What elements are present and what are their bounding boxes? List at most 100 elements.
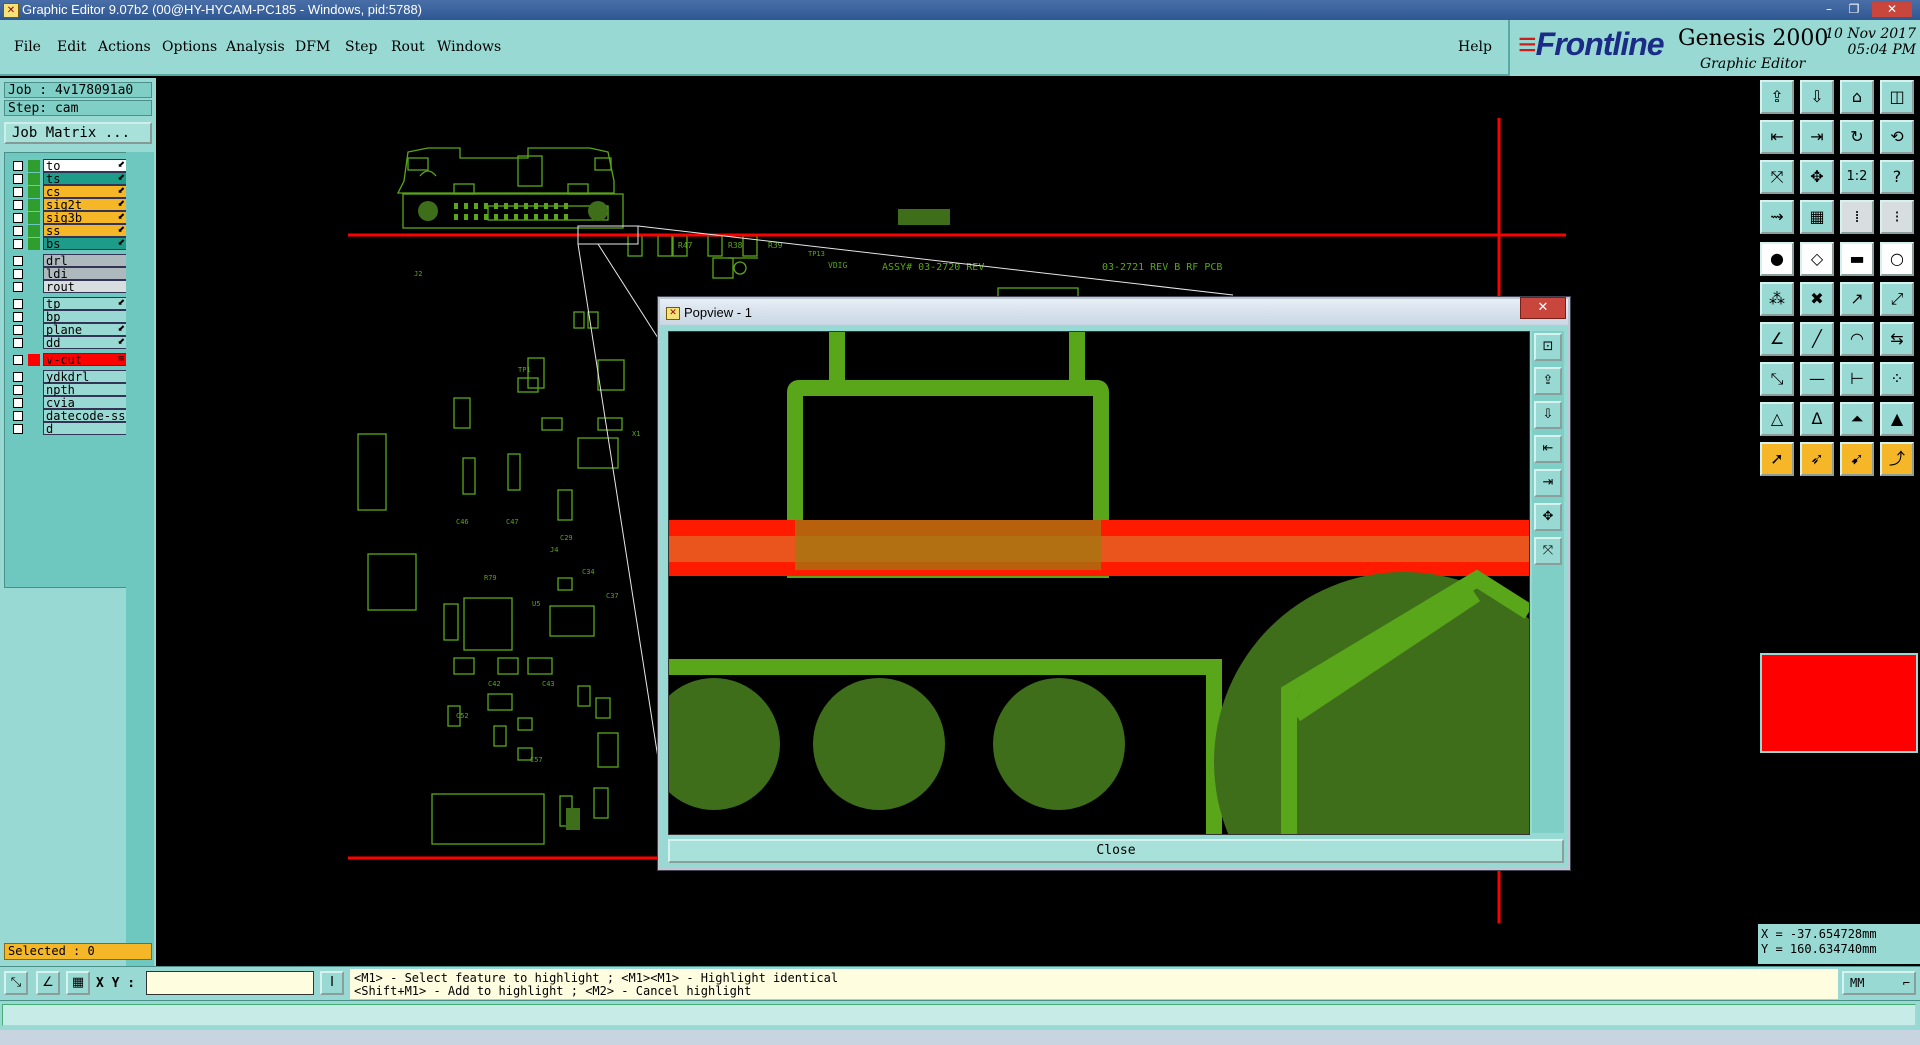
layer-checkbox[interactable] [13, 312, 23, 322]
select-net-icon[interactable]: ⤴ [1880, 442, 1914, 476]
layer-row-drl[interactable]: drl [7, 254, 129, 268]
layer-color-swatch[interactable] [28, 324, 40, 336]
layer-name[interactable]: ydkdrl [43, 370, 129, 384]
units-select[interactable]: MM ⌐ [1842, 971, 1916, 995]
popview-right-icon[interactable]: ⇥ [1534, 469, 1562, 497]
layer-row-ydkdrl[interactable]: ydkdrl [7, 370, 129, 384]
home-icon[interactable]: ⌂ [1840, 80, 1874, 114]
help-query-icon[interactable]: ? [1880, 160, 1914, 194]
layer-row-ts[interactable]: ts ⬋ [7, 172, 129, 186]
move-feature-icon[interactable]: ↗ [1840, 282, 1874, 316]
menu-actions[interactable]: Actions [98, 39, 151, 55]
popview-fit-icon[interactable]: ⊡ [1534, 333, 1562, 361]
popview-close-button[interactable]: Close [668, 839, 1564, 863]
layer-row-bs[interactable]: bs ⬋ [7, 237, 129, 251]
zoom-center-icon[interactable]: ✥ [1800, 160, 1834, 194]
layer-name[interactable]: datecode-ss [43, 409, 129, 423]
layer-name[interactable]: cvia [43, 396, 129, 410]
angle-icon[interactable]: ∠ [1760, 322, 1794, 356]
layer-name[interactable]: bs [43, 237, 129, 251]
popview-close-x-button[interactable]: ✕ [1520, 297, 1566, 319]
restore-button[interactable]: ❐ [1843, 2, 1865, 17]
layer-name[interactable]: d [43, 422, 129, 436]
menu-rout[interactable]: Rout [391, 39, 425, 55]
layer-row-datecode-ss[interactable]: datecode-ss [7, 409, 129, 423]
zoom-fit-icon[interactable]: ⤧ [1760, 160, 1794, 194]
menu-windows[interactable]: Windows [437, 39, 501, 55]
layer-name[interactable]: ldi [43, 267, 129, 281]
layer-color-swatch[interactable] [28, 186, 40, 198]
layer-row-ss[interactable]: ss ⬋ [7, 224, 129, 238]
popview-down-icon[interactable]: ⇩ [1534, 401, 1562, 429]
layer-row-cs[interactable]: cs ⬋ [7, 185, 129, 199]
layer-color-swatch[interactable] [28, 173, 40, 185]
layer-name[interactable]: ss [43, 224, 129, 238]
layer-color-swatch[interactable] [28, 255, 40, 267]
layer-checkbox[interactable] [13, 161, 23, 171]
layer-name[interactable]: npth [43, 383, 129, 397]
menu-help[interactable]: Help [1458, 39, 1492, 55]
resize-icon[interactable]: ⤡ [1760, 362, 1794, 396]
snap-alt-icon[interactable]: ⁝ [1880, 200, 1914, 234]
popview-zoom-in-icon[interactable]: ✥ [1534, 503, 1562, 531]
layer-checkbox[interactable] [13, 213, 23, 223]
layer-checkbox[interactable] [13, 299, 23, 309]
layer-color-swatch[interactable] [28, 423, 40, 435]
layer-checkbox[interactable] [13, 398, 23, 408]
load-layer-icon[interactable]: ⇪ [1760, 80, 1794, 114]
dimension-icon[interactable]: ⊢ [1840, 362, 1874, 396]
popview-canvas[interactable] [648, 331, 1594, 952]
layer-name[interactable]: sig2t [43, 198, 129, 212]
popview-up-icon[interactable]: ⇪ [1534, 367, 1562, 395]
layer-color-swatch[interactable] [28, 281, 40, 293]
draw-mode-icon[interactable]: ⤡ [4, 971, 28, 995]
layer-color-swatch[interactable] [28, 311, 40, 323]
layer-row-cvia[interactable]: cvia [7, 396, 129, 410]
menu-edit[interactable]: Edit [57, 39, 86, 55]
layer-name[interactable]: tp [43, 297, 129, 311]
layer-name[interactable]: bp [43, 310, 129, 324]
layer-row-to[interactable]: to ⬋ [7, 159, 129, 173]
layer-checkbox[interactable] [13, 187, 23, 197]
refresh-icon[interactable]: ⟲ [1880, 120, 1914, 154]
layer-color-swatch[interactable] [28, 238, 40, 250]
arc-icon[interactable]: ◠ [1840, 322, 1874, 356]
layer-color-swatch[interactable] [28, 225, 40, 237]
layer-color-swatch[interactable] [28, 337, 40, 349]
pan-right-icon[interactable]: ⇥ [1800, 120, 1834, 154]
layer-checkbox[interactable] [13, 338, 23, 348]
window-split-icon[interactable]: ◫ [1880, 80, 1914, 114]
layer-row-rout[interactable]: rout [7, 280, 129, 294]
select-pointer-icon[interactable]: ➚ [1760, 442, 1794, 476]
layer-checkbox[interactable] [13, 372, 23, 382]
close-window-button[interactable]: ✕ [1872, 2, 1912, 17]
layer-checkbox[interactable] [13, 256, 23, 266]
layer-name[interactable]: drl [43, 254, 129, 268]
layer-name[interactable]: to [43, 159, 129, 173]
copy-feature-icon[interactable]: ⤢ [1880, 282, 1914, 316]
add-pad-icon[interactable]: ● [1760, 242, 1794, 276]
info-icon[interactable]: Ⅰ [320, 971, 344, 995]
job-matrix-button[interactable]: Job Matrix ... [4, 122, 152, 144]
layer-color-swatch[interactable] [28, 268, 40, 280]
measure-icon[interactable]: ⇝ [1760, 200, 1794, 234]
layer-checkbox[interactable] [13, 355, 23, 365]
grid-icon[interactable]: ▦ [1800, 200, 1834, 234]
popview-left-icon[interactable]: ⇤ [1534, 435, 1562, 463]
layer-name[interactable]: rout [43, 280, 129, 294]
popview-zoom-out-icon[interactable]: ⤧ [1534, 537, 1562, 565]
layer-row-ldi[interactable]: ldi [7, 267, 129, 281]
layer-color-swatch[interactable] [28, 298, 40, 310]
layer-checkbox[interactable] [13, 325, 23, 335]
layer-color-swatch[interactable] [28, 384, 40, 396]
angle-mode-icon[interactable]: ∠ [36, 971, 60, 995]
menu-dfm[interactable]: DFM [295, 39, 330, 55]
scale-1-2-icon[interactable]: 1:2 [1840, 160, 1874, 194]
menu-analysis[interactable]: Analysis [226, 39, 285, 55]
popview-drawing[interactable] [648, 332, 1594, 952]
layer-checkbox[interactable] [13, 269, 23, 279]
grid-mode-icon[interactable]: ▦ [66, 971, 90, 995]
layer-color-swatch[interactable] [28, 410, 40, 422]
layer-row-d[interactable]: d [7, 422, 129, 436]
layer-row-npth[interactable]: npth [7, 383, 129, 397]
